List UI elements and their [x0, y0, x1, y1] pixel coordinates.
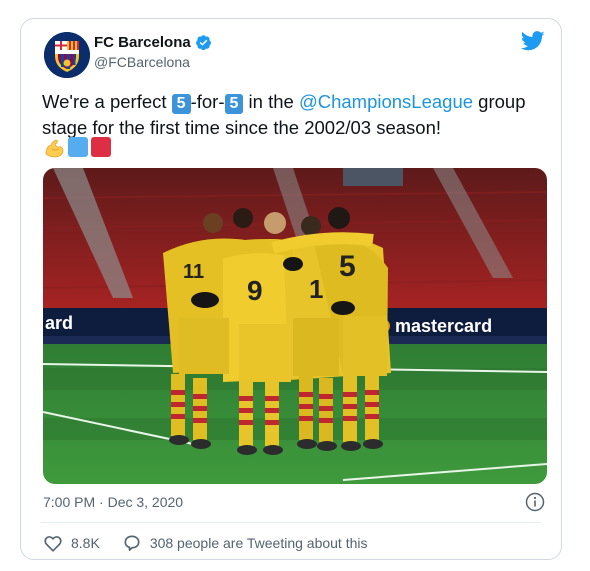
- tweet-text-part3: in the: [243, 91, 299, 112]
- twitter-bird-icon[interactable]: [521, 31, 545, 51]
- avatar[interactable]: [44, 32, 90, 78]
- like-button[interactable]: 8.8K: [43, 534, 100, 552]
- handle[interactable]: @FCBarcelona: [94, 54, 190, 70]
- like-count: 8.8K: [71, 535, 100, 551]
- conversation-link[interactable]: 308 people are Tweeting about this: [122, 533, 368, 553]
- action-bar: 8.8K 308 people are Tweeting about this: [43, 533, 390, 553]
- tweet-text-part1: We're a perfect: [42, 91, 172, 112]
- emoji-row: [43, 137, 111, 159]
- heart-icon: [44, 536, 62, 552]
- players-huddle: 11 9 1 5: [163, 207, 391, 455]
- tweet-text-part2: -for-: [190, 91, 225, 112]
- divider: [41, 522, 541, 523]
- red-square-emoji: [91, 137, 111, 157]
- display-name-row[interactable]: FC Barcelona: [94, 34, 212, 51]
- ad-board-right-text: mastercard: [395, 316, 492, 336]
- svg-text:9: 9: [247, 275, 263, 306]
- timestamp-link[interactable]: 7:00 PM · Dec 3, 2020: [43, 494, 183, 510]
- keycap-5-emoji: 5: [224, 94, 244, 114]
- display-name[interactable]: FC Barcelona: [94, 34, 191, 51]
- team-celebration-photo: ard mastercard 11 9 1 5: [43, 168, 547, 484]
- keycap-5-emoji: 5: [171, 94, 191, 114]
- svg-text:11: 11: [183, 261, 204, 283]
- ad-board-left-text: ard: [45, 313, 73, 333]
- verified-badge-icon: [195, 35, 211, 51]
- reply-bubble-icon: [124, 535, 140, 551]
- info-icon[interactable]: [525, 492, 545, 512]
- flexed-biceps-emoji: [45, 139, 64, 158]
- fcb-crest-logo: [44, 32, 90, 78]
- blue-square-emoji: [68, 137, 88, 157]
- conversation-text: 308 people are Tweeting about this: [149, 535, 368, 551]
- mention-link[interactable]: @ChampionsLeague: [299, 91, 473, 112]
- tweet-text: We're a perfect 5 -for- 5 in the @Champion…: [42, 89, 542, 141]
- svg-text:5: 5: [339, 250, 356, 283]
- tweet-photo[interactable]: ard mastercard 11 9 1 5: [43, 168, 547, 484]
- svg-text:1: 1: [309, 274, 323, 304]
- tweet-card[interactable]: FC Barcelona @FCBarcelona We're a perfec…: [20, 18, 562, 560]
